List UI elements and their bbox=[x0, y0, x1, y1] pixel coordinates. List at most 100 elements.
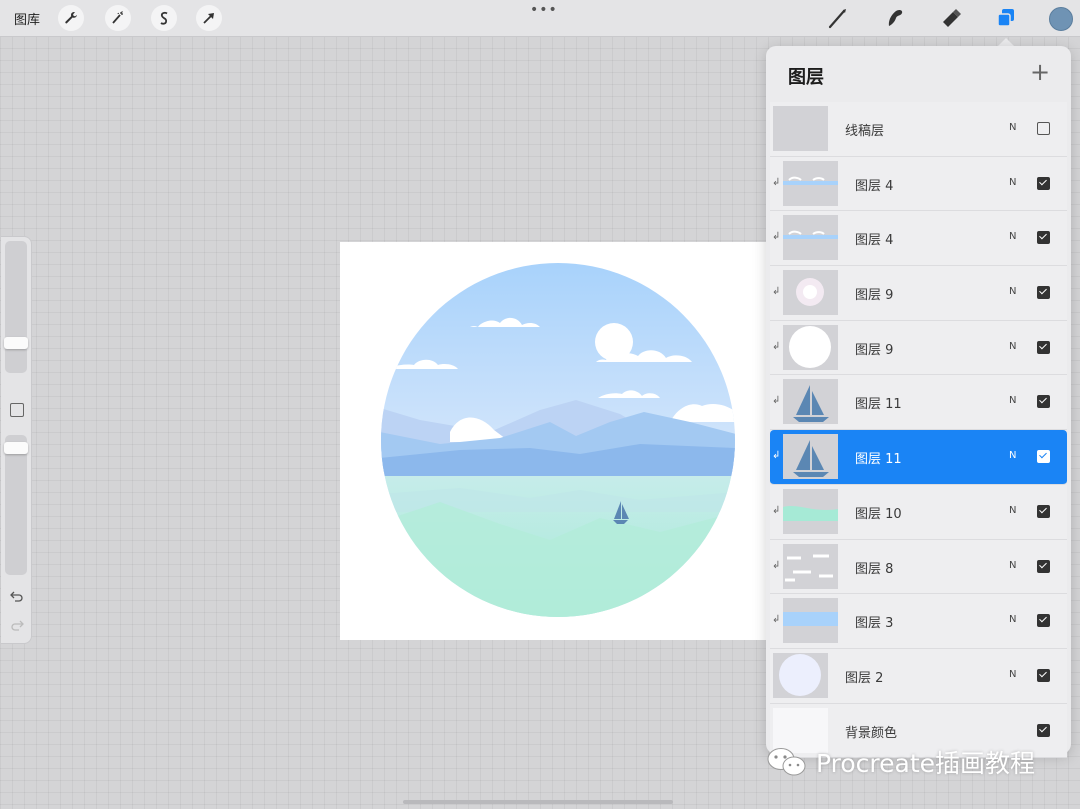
wrench-icon bbox=[65, 11, 77, 24]
layer-thumbnail[interactable] bbox=[783, 543, 838, 589]
blend-mode-button[interactable]: N bbox=[1009, 341, 1016, 352]
layer-thumbnail[interactable] bbox=[773, 106, 828, 151]
visibility-checkbox[interactable] bbox=[1037, 176, 1050, 190]
visibility-checkbox[interactable] bbox=[1037, 395, 1050, 409]
layer-row[interactable]: ↲ 图层 8 N bbox=[770, 539, 1067, 595]
layer-row[interactable]: 图层 2 N bbox=[770, 648, 1067, 704]
brush-size-thumb[interactable] bbox=[4, 337, 28, 349]
layer-row[interactable]: ↲ 图层 11 N bbox=[770, 375, 1067, 431]
transform-button[interactable] bbox=[196, 5, 222, 31]
adjustments-button[interactable] bbox=[105, 5, 131, 31]
brush-size-slider[interactable] bbox=[5, 241, 27, 373]
top-toolbar: 图库 ••• bbox=[0, 0, 1080, 37]
clipping-mask-icon: ↲ bbox=[772, 176, 781, 188]
visibility-checkbox[interactable] bbox=[1037, 450, 1050, 464]
layer-thumbnail[interactable] bbox=[783, 434, 838, 480]
canvas-artboard[interactable] bbox=[340, 242, 770, 640]
layer-thumbnail[interactable] bbox=[783, 324, 838, 370]
layer-thumbnail[interactable] bbox=[783, 160, 838, 206]
layers-icon[interactable] bbox=[994, 6, 1018, 30]
landscape-illustration bbox=[381, 263, 735, 617]
clipping-mask-icon: ↲ bbox=[772, 231, 781, 243]
layer-name[interactable]: 线稿层 bbox=[845, 120, 884, 139]
visibility-checkbox[interactable] bbox=[1037, 723, 1050, 737]
blend-mode-button[interactable]: N bbox=[1009, 231, 1016, 242]
panel-title: 图层 bbox=[788, 67, 824, 88]
magic-wand-icon bbox=[112, 11, 123, 24]
layer-name[interactable]: 图层 2 bbox=[845, 667, 883, 686]
layer-thumbnail[interactable] bbox=[773, 652, 828, 698]
clipping-mask-icon: ↲ bbox=[772, 614, 781, 626]
layer-row[interactable]: ↲ 图层 10 N bbox=[770, 484, 1067, 540]
layer-row[interactable]: ↲ 图层 4 N bbox=[770, 156, 1067, 212]
blend-mode-button[interactable]: N bbox=[1009, 614, 1016, 625]
opacity-thumb[interactable] bbox=[4, 442, 28, 454]
clipping-mask-icon: ↲ bbox=[772, 340, 781, 352]
layer-thumbnail[interactable] bbox=[783, 488, 838, 534]
watermark-text: Procreate插画教程 bbox=[816, 749, 1036, 778]
clipping-mask-icon: ↲ bbox=[772, 395, 781, 407]
visibility-checkbox[interactable] bbox=[1037, 559, 1050, 573]
clipping-mask-icon: ↲ bbox=[772, 504, 781, 516]
modify-button[interactable] bbox=[10, 403, 24, 417]
left-sidebar bbox=[1, 236, 32, 644]
blend-mode-button[interactable]: N bbox=[1009, 560, 1016, 571]
canvas-grabber[interactable]: ••• bbox=[530, 2, 558, 18]
visibility-checkbox[interactable] bbox=[1037, 231, 1050, 245]
layer-name[interactable]: 图层 3 bbox=[855, 612, 893, 631]
layer-name[interactable]: 图层 8 bbox=[855, 558, 893, 577]
blend-mode-button[interactable]: N bbox=[1009, 395, 1016, 406]
selection-icon bbox=[160, 11, 168, 25]
clipping-mask-icon: ↲ bbox=[772, 286, 781, 298]
layer-name[interactable]: 图层 11 bbox=[855, 448, 902, 467]
transform-arrow-icon bbox=[203, 13, 214, 24]
home-indicator bbox=[403, 800, 673, 804]
add-layer-button[interactable]: + bbox=[1030, 58, 1050, 86]
clipping-mask-icon: ↲ bbox=[772, 559, 781, 571]
visibility-checkbox[interactable] bbox=[1037, 286, 1050, 300]
layer-row[interactable]: ↲ 图层 9 N bbox=[770, 266, 1067, 321]
layer-name[interactable]: 图层 9 bbox=[855, 284, 893, 303]
layer-list: 线稿层 N ↲ 图层 4 N ↲ 图层 4 N ↲ 图层 9 N ↲ 图层 9 N ↲ 图层 11 N ↲ 图层 1… bbox=[770, 102, 1067, 759]
layer-row[interactable]: ↲ 图层 11 N bbox=[770, 430, 1067, 485]
blend-mode-button[interactable]: N bbox=[1009, 669, 1016, 680]
layer-thumbnail[interactable] bbox=[783, 270, 838, 316]
actions-button[interactable] bbox=[58, 5, 84, 31]
layer-name[interactable]: 图层 11 bbox=[855, 393, 902, 412]
color-picker-button[interactable] bbox=[1049, 7, 1073, 31]
blend-mode-button[interactable]: N bbox=[1009, 286, 1016, 297]
gallery-button[interactable]: 图库 bbox=[14, 9, 40, 28]
undo-icon[interactable] bbox=[9, 588, 25, 604]
layer-thumbnail[interactable] bbox=[783, 379, 838, 425]
layer-name[interactable]: 背景颜色 bbox=[845, 722, 897, 741]
selection-button[interactable] bbox=[151, 5, 177, 31]
layer-row[interactable]: ↲ 图层 3 N bbox=[770, 594, 1067, 649]
layer-row[interactable]: ↲ 图层 9 N bbox=[770, 320, 1067, 376]
visibility-checkbox[interactable] bbox=[1037, 504, 1050, 518]
blend-mode-button[interactable]: N bbox=[1009, 177, 1016, 188]
clipping-mask-icon: ↲ bbox=[772, 450, 781, 462]
blend-mode-button[interactable]: N bbox=[1009, 505, 1016, 516]
layer-name[interactable]: 图层 4 bbox=[855, 229, 893, 248]
visibility-checkbox[interactable] bbox=[1037, 668, 1050, 682]
brush-icon[interactable] bbox=[826, 6, 850, 30]
layer-name[interactable]: 图层 10 bbox=[855, 503, 902, 522]
redo-icon[interactable] bbox=[9, 617, 25, 633]
layer-thumbnail[interactable] bbox=[783, 598, 838, 644]
layers-panel: 图层 + 线稿层 N ↲ 图层 4 N ↲ 图层 4 N ↲ 图层 9 N ↲ 图层 9 N ↲ 图层 11 N… bbox=[766, 46, 1071, 759]
blend-mode-button[interactable]: N bbox=[1009, 122, 1016, 133]
layer-name[interactable]: 图层 9 bbox=[855, 339, 893, 358]
watermark: Procreate插画教程 bbox=[766, 744, 1035, 780]
layer-row[interactable]: ↲ 图层 4 N bbox=[770, 211, 1067, 267]
layer-row[interactable]: 线稿层 N bbox=[770, 102, 1067, 157]
visibility-checkbox[interactable] bbox=[1037, 614, 1050, 628]
smudge-icon[interactable] bbox=[883, 6, 907, 30]
blend-mode-button[interactable]: N bbox=[1009, 450, 1016, 461]
visibility-checkbox[interactable] bbox=[1037, 340, 1050, 354]
wechat-icon bbox=[767, 748, 806, 776]
visibility-checkbox[interactable] bbox=[1037, 122, 1050, 135]
layer-thumbnail[interactable] bbox=[783, 215, 838, 261]
eraser-icon[interactable] bbox=[939, 6, 963, 30]
layer-name[interactable]: 图层 4 bbox=[855, 175, 893, 194]
opacity-slider[interactable] bbox=[5, 435, 27, 575]
